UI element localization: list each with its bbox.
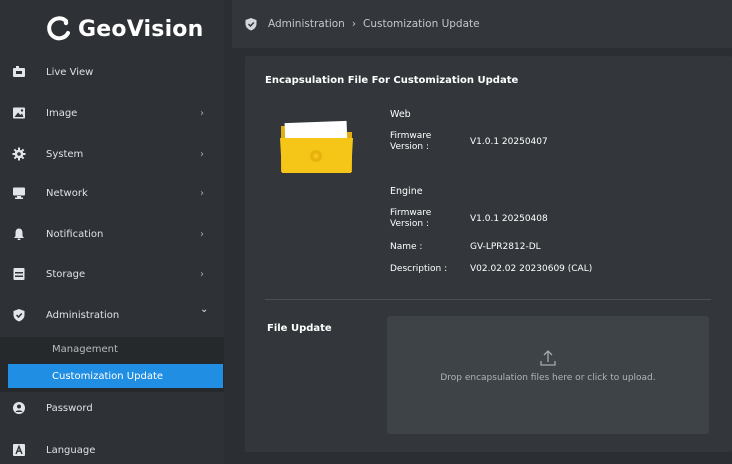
breadcrumb-item-current: Customization Update: [363, 18, 480, 30]
shield-icon: [245, 18, 257, 31]
chevron-right-icon: ›: [200, 187, 204, 199]
sidebar-item-label: Storage: [46, 268, 86, 280]
sidebar-item-system[interactable]: System ›: [0, 134, 224, 174]
engine-heading: Engine: [390, 186, 423, 197]
sidebar-item-label: System: [46, 148, 84, 160]
submenu-item-label: Customization Update: [52, 370, 164, 382]
sidebar-item-image[interactable]: Image ›: [0, 93, 224, 133]
language-icon: [13, 444, 25, 456]
sidebar-item-label: Password: [46, 402, 93, 414]
dropzone-text: Drop encapsulation files here or click t…: [440, 373, 656, 383]
brand-name: GeoVision: [78, 16, 204, 42]
user-icon: [13, 402, 25, 414]
file-upload-dropzone[interactable]: Drop encapsulation files here or click t…: [387, 316, 709, 434]
customization-update-panel: Encapsulation File For Customization Upd…: [245, 56, 732, 452]
chevron-right-icon: ›: [200, 148, 204, 160]
sidebar-item-label: Notification: [46, 228, 104, 240]
sidebar: GeoVision Live View Image › System › Net…: [0, 0, 224, 464]
submenu-item-label: Management: [52, 343, 118, 355]
sidebar-item-language[interactable]: Language: [0, 430, 224, 464]
panel-title: Encapsulation File For Customization Upd…: [265, 75, 519, 86]
breadcrumb-item-administration[interactable]: Administration: [268, 18, 345, 30]
chevron-down-icon: ⌄: [200, 304, 209, 315]
gear-icon: [12, 147, 26, 161]
chevron-right-icon: ›: [200, 228, 204, 240]
monitor-icon: [13, 187, 25, 199]
engine-name-label: Name :: [390, 242, 423, 252]
folder-icon: [280, 120, 353, 173]
sidebar-item-label: Live View: [46, 66, 94, 78]
breadcrumb-separator: ›: [351, 18, 357, 30]
submenu-item-customization-update[interactable]: Customization Update: [8, 364, 223, 388]
submenu-item-management[interactable]: Management: [8, 337, 223, 361]
bell-icon: [14, 228, 24, 240]
engine-description-value: V02.02.02 20230609 (CAL): [470, 264, 593, 274]
video-camera-icon: [13, 66, 25, 77]
sidebar-item-label: Network: [46, 187, 88, 199]
engine-firmware-value: V1.0.1 20250408: [470, 214, 548, 224]
web-firmware-value: V1.0.1 20250407: [470, 137, 548, 147]
image-icon: [13, 107, 25, 119]
sidebar-item-label: Language: [46, 444, 96, 456]
chevron-right-icon: ›: [200, 107, 204, 119]
chevron-right-icon: ›: [200, 268, 204, 280]
sidebar-item-notification[interactable]: Notification ›: [0, 214, 224, 254]
engine-description-label: Description :: [390, 264, 448, 274]
engine-name-value: GV-LPR2812-DL: [470, 242, 541, 252]
upload-icon: [540, 350, 556, 366]
brand-logo[interactable]: GeoVision: [0, 0, 224, 58]
sidebar-item-administration[interactable]: Administration ⌄: [0, 295, 224, 335]
sidebar-item-label: Image: [46, 107, 78, 119]
sidebar-item-live-view[interactable]: Live View: [0, 52, 224, 92]
file-update-label: File Update: [267, 323, 332, 334]
administration-submenu: Management Customization Update: [0, 337, 224, 392]
sidebar-item-password[interactable]: Password: [0, 388, 224, 428]
sidebar-item-label: Administration: [46, 309, 120, 321]
shield-icon: [13, 309, 25, 322]
geovision-logo-icon: [47, 16, 70, 41]
breadcrumb: Administration › Customization Update: [232, 0, 732, 48]
web-firmware-label: Firmware Version :: [390, 131, 432, 152]
sidebar-item-network[interactable]: Network ›: [0, 173, 224, 213]
sidebar-item-storage[interactable]: Storage ›: [0, 254, 224, 294]
engine-firmware-label: Firmware Version :: [390, 208, 432, 229]
storage-icon: [13, 268, 25, 280]
layout-gutter: [224, 0, 232, 464]
section-divider: [265, 299, 711, 300]
web-heading: Web: [390, 109, 411, 120]
